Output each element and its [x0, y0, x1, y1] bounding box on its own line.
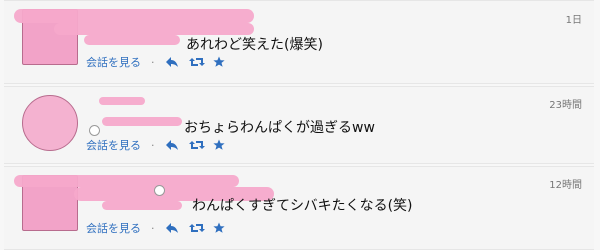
- tweet-actions: 会話を見る ·: [86, 220, 227, 236]
- reply-icon[interactable]: [165, 139, 179, 151]
- handle-redaction: [102, 117, 182, 126]
- avatar-redacted: [22, 95, 78, 151]
- tweet-actions: 会話を見る ·: [86, 137, 227, 153]
- view-conversation-link[interactable]: 会話を見る: [86, 220, 141, 236]
- mention-icon: [89, 125, 100, 136]
- star-icon[interactable]: [212, 222, 227, 234]
- reply-icon[interactable]: [165, 222, 179, 234]
- mention-icon: [154, 185, 165, 196]
- retweet-icon[interactable]: [188, 139, 205, 151]
- star-icon[interactable]: [212, 139, 227, 151]
- username-redaction: [14, 175, 239, 187]
- avatar[interactable]: [22, 95, 78, 153]
- tweet-text: あれわど笑えた(爆笑): [186, 37, 323, 53]
- tweet-time[interactable]: 23時間: [549, 96, 582, 111]
- reply-icon[interactable]: [165, 56, 179, 68]
- tweet-time[interactable]: 12時間: [549, 176, 582, 191]
- retweet-icon[interactable]: [188, 56, 205, 68]
- handle-redaction: [84, 35, 180, 45]
- star-icon[interactable]: [212, 56, 227, 68]
- tweet-item: わんぱくすぎてシバキたくなる(笑) 12時間 会話を見る ·: [4, 166, 594, 250]
- separator-dot: ·: [151, 138, 155, 152]
- retweet-icon[interactable]: [188, 222, 205, 234]
- tweet-item: あれわど笑えた(爆笑) 1日 会話を見る ·: [4, 0, 594, 84]
- username-redaction: [99, 97, 145, 105]
- tweet-text: わんぱくすぎてシバキたくなる(笑): [192, 198, 413, 214]
- separator-dot: ·: [151, 221, 155, 235]
- tweet-time[interactable]: 1日: [566, 11, 582, 26]
- view-conversation-link[interactable]: 会話を見る: [86, 54, 141, 70]
- username-redaction: [14, 9, 254, 23]
- view-conversation-link[interactable]: 会話を見る: [86, 137, 141, 153]
- separator-dot: ·: [151, 55, 155, 69]
- tweet-actions: 会話を見る ·: [86, 54, 227, 70]
- handle-redaction: [102, 201, 182, 210]
- tweet-text: おちょらわんぱくが過ぎるww: [184, 120, 375, 136]
- tweet-item: おちょらわんぱくが過ぎるww 23時間 会話を見る ·: [4, 86, 594, 164]
- tweet-feed: あれわど笑えた(爆笑) 1日 会話を見る · おちょらわんぱくが過ぎるww 23…: [0, 0, 600, 250]
